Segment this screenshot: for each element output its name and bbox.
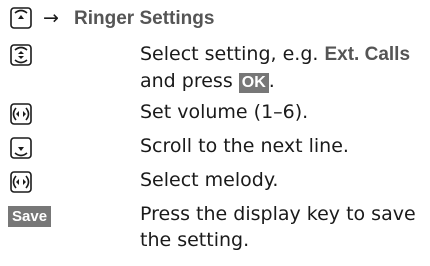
step-select-setting: Select setting, e.g. Ext. Calls and pres… [140, 41, 425, 94]
nav-left-right-icon [10, 171, 32, 193]
step-text: Select setting, e.g. [140, 43, 325, 65]
step-save-setting: Press the display key to save the settin… [140, 203, 416, 251]
nav-up-down-icon [10, 44, 32, 66]
nav-up-icon [10, 7, 32, 29]
step-set-volume: Set volume (1–6). [140, 101, 309, 123]
arrow-icon: → [43, 7, 59, 29]
setting-keyword: Ext. Calls [324, 44, 411, 65]
nav-left-right-icon [10, 103, 32, 125]
step-text: . [268, 70, 275, 92]
ok-softkey: OK [238, 73, 269, 93]
step-text: and press [140, 70, 239, 92]
step-select-melody: Select melody. [140, 169, 279, 191]
menu-path-title: Ringer Settings [74, 8, 215, 29]
step-scroll-next-line: Scroll to the next line. [140, 135, 349, 157]
save-display-key: Save [8, 206, 52, 227]
nav-down-icon [10, 137, 32, 159]
